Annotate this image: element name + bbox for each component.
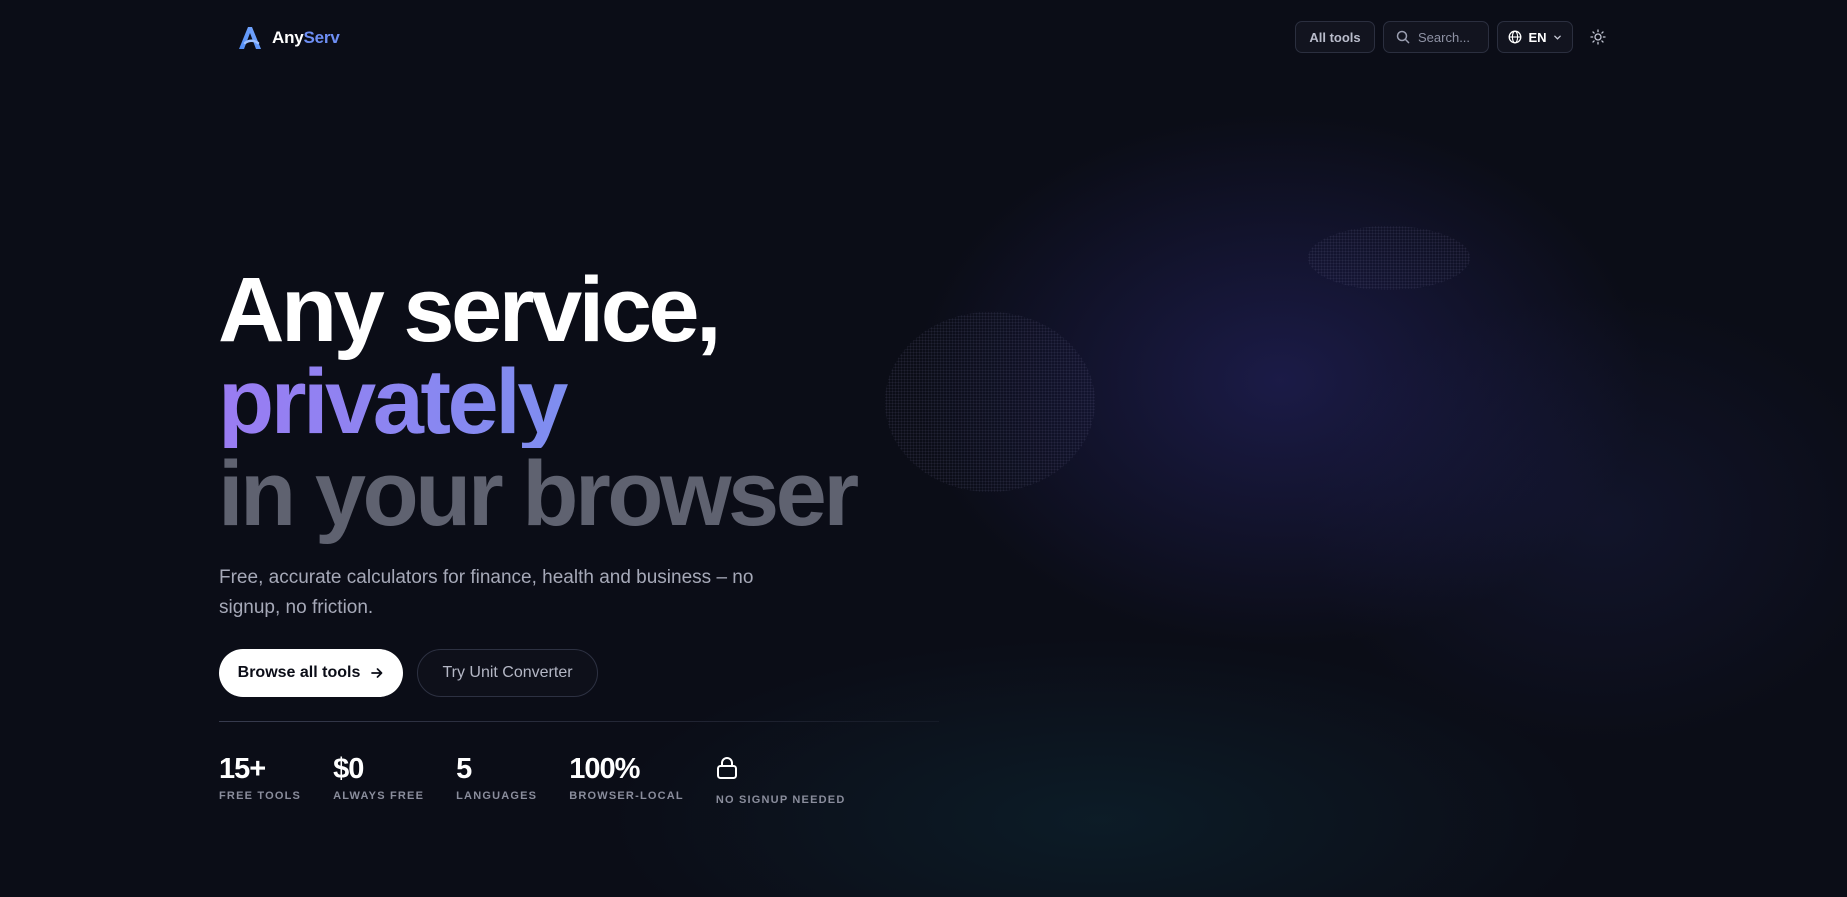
search-placeholder: Search... — [1418, 29, 1471, 45]
background-grain — [885, 312, 1095, 492]
browse-all-tools-button[interactable]: Browse all tools — [219, 649, 403, 697]
brand-logo[interactable]: AnyServ — [236, 24, 340, 52]
lock-icon — [716, 757, 737, 779]
stat-label: ALWAYS FREE — [333, 790, 425, 802]
stat-value: 15+ — [219, 753, 266, 785]
arrow-right-icon — [371, 668, 383, 678]
brand-name-part2: Serv — [303, 28, 340, 47]
cta-row: Browse all tools Try Unit Converter — [219, 649, 598, 697]
hero-subtitle: Free, accurate calculators for finance, … — [219, 567, 754, 618]
section-divider — [219, 721, 939, 722]
stat-value: 5 — [456, 753, 472, 785]
stat-label: LANGUAGES — [456, 790, 538, 802]
stat-free-tools: 15+ FREE TOOLS — [219, 752, 301, 806]
stat-languages: 5 LANGUAGES — [456, 752, 537, 806]
brand-name: AnyServ — [272, 28, 340, 48]
logo-icon — [239, 27, 261, 49]
hero-title-line3: in your browser — [218, 443, 859, 545]
search-icon — [1396, 30, 1410, 44]
stat-icon-wrap — [716, 756, 846, 790]
stat-value: $0 — [333, 753, 364, 785]
sun-icon — [1590, 29, 1606, 45]
stats-row: 15+ FREE TOOLS $0 ALWAYS FREE 5 LANGUAGE… — [219, 752, 877, 806]
top-header: AnyServ All tools Search... EN — [0, 0, 1847, 74]
language-selector[interactable]: EN — [1497, 21, 1573, 53]
background-grain — [1308, 226, 1470, 290]
stat-value: 100% — [569, 753, 640, 785]
stat-label: NO SIGNUP NEEDED — [715, 794, 846, 806]
stat-browser-local: 100% BROWSER-LOCAL — [569, 752, 684, 806]
theme-toggle[interactable] — [1581, 21, 1615, 53]
all-tools-button[interactable]: All tools — [1295, 21, 1375, 53]
brand-name-part1: Any — [272, 28, 304, 47]
try-unit-converter-button[interactable]: Try Unit Converter — [417, 649, 598, 697]
hero-title: Any service, privately in your browser — [218, 259, 859, 545]
hero-title-line2: privately — [218, 356, 856, 448]
stat-label: FREE TOOLS — [219, 790, 302, 802]
stat-label: BROWSER-LOCAL — [569, 790, 684, 802]
language-label: EN — [1528, 29, 1547, 45]
globe-icon — [1509, 30, 1522, 44]
browse-all-tools-label: Browse all tools — [237, 664, 361, 681]
stat-always-free: $0 ALWAYS FREE — [333, 752, 424, 806]
stat-no-signup: NO SIGNUP NEEDED — [716, 752, 846, 806]
hero-title-line1: Any service, — [218, 259, 722, 361]
chevron-down-icon — [1553, 35, 1561, 40]
header-nav: All tools Search... EN — [1295, 21, 1615, 53]
search-button[interactable]: Search... — [1383, 21, 1489, 53]
landing-page: AnyServ All tools Search... EN Any servi… — [0, 0, 1847, 897]
